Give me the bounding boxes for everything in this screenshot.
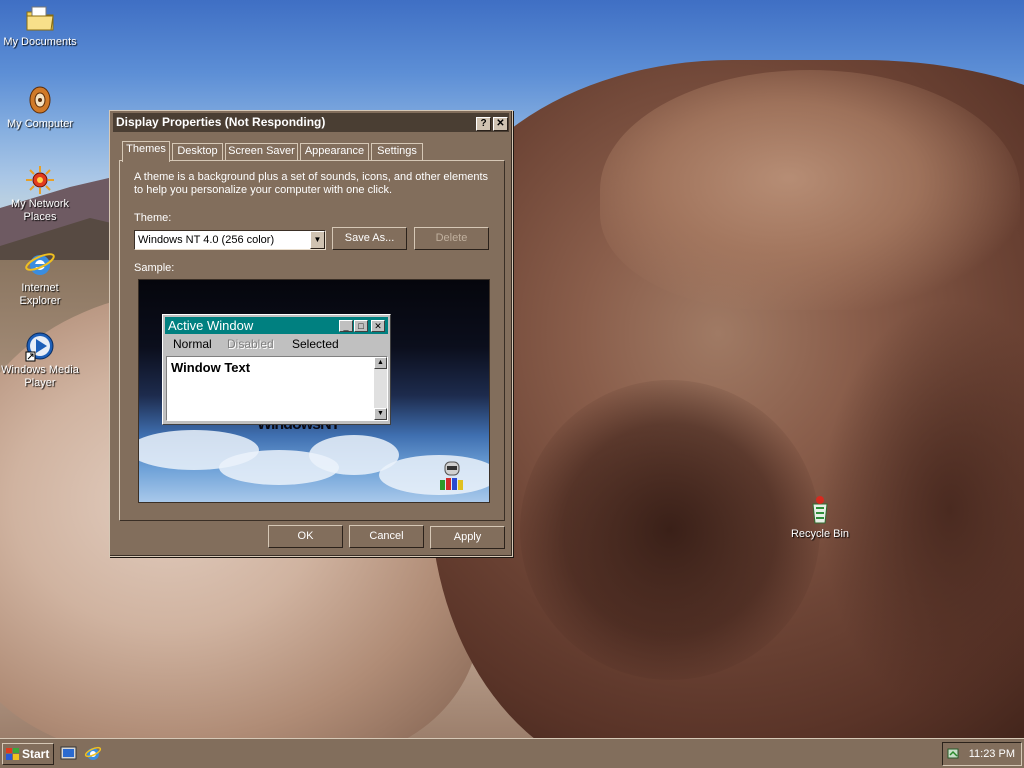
- delete-button[interactable]: Delete: [414, 227, 489, 250]
- show-desktop-icon[interactable]: [60, 744, 78, 762]
- desktop-icon-label: Recycle Bin: [790, 528, 850, 540]
- internet-explorer-quicklaunch-icon[interactable]: [84, 744, 102, 762]
- desktop-icon-label: My Computer: [6, 118, 74, 130]
- tab-desktop[interactable]: Desktop: [172, 143, 223, 160]
- boulder-highlight: [600, 70, 1020, 310]
- recycle-bin-icon: [812, 496, 828, 524]
- theme-dropdown-value: Windows NT 4.0 (256 color): [138, 234, 275, 246]
- tab-screen-saver[interactable]: Screen Saver: [225, 143, 298, 160]
- tab-themes[interactable]: Themes: [122, 141, 170, 162]
- start-label: Start: [22, 747, 50, 761]
- dialog-title: Display Properties (Not Responding): [116, 115, 326, 129]
- theme-logo-icon: [440, 461, 463, 490]
- start-button[interactable]: Start: [2, 743, 54, 765]
- desktop-icon-my-computer[interactable]: My Computer: [0, 84, 80, 131]
- sample-active-window: Active Window _ □ ✕ Normal Disabled Sele…: [162, 314, 391, 425]
- theme-description-line1: A theme is a background plus a set of so…: [134, 171, 489, 183]
- cancel-button[interactable]: Cancel: [349, 525, 424, 548]
- desktop-icon-label: My Documents: [3, 36, 77, 48]
- save-as-button[interactable]: Save As...: [332, 227, 407, 250]
- desktop-icon-recycle-bin[interactable]: Recycle Bin: [780, 494, 860, 541]
- maximize-icon: □: [354, 320, 368, 332]
- tab-appearance[interactable]: Appearance: [300, 143, 369, 160]
- sample-cloud: [379, 455, 489, 495]
- desktop-icon-my-documents[interactable]: My Documents: [0, 2, 80, 49]
- desktop-icon-network-places[interactable]: My Network Places: [0, 164, 80, 224]
- my-computer-icon: [29, 86, 51, 114]
- tray-app-icon[interactable]: [947, 747, 961, 761]
- close-button[interactable]: ✕: [493, 117, 508, 131]
- desktop-icon-label: My Network Places: [10, 198, 70, 223]
- sample-text-area: Window Text ▲ ▼: [166, 356, 388, 421]
- ok-button[interactable]: OK: [268, 525, 343, 548]
- clock[interactable]: 11:23 PM: [969, 748, 1015, 760]
- boulder-shadow: [520, 380, 820, 680]
- network-places-icon: [26, 166, 54, 194]
- theme-dropdown[interactable]: Windows NT 4.0 (256 color) ▼: [134, 230, 326, 250]
- sample-menu-selected: Selected: [292, 337, 339, 351]
- sample-label: Sample:: [134, 262, 175, 274]
- minimize-icon: _: [339, 320, 353, 332]
- windows-flag-icon: [6, 748, 19, 760]
- sample-title: Active Window: [168, 318, 254, 333]
- sample-title-bar: Active Window _ □ ✕: [165, 317, 388, 334]
- theme-description-line2: to help you personalize your computer wi…: [134, 184, 393, 196]
- tab-settings[interactable]: Settings: [371, 143, 423, 160]
- sample-menu-disabled: Disabled: [227, 337, 274, 351]
- system-tray: 11:23 PM: [942, 742, 1022, 766]
- taskbar: Start 11:23 PM: [0, 738, 1024, 768]
- help-button[interactable]: ?: [476, 117, 491, 131]
- sample-window-text: Window Text: [171, 360, 251, 375]
- apply-button[interactable]: Apply: [430, 526, 505, 549]
- media-player-icon: [25, 332, 54, 362]
- sample-menu-normal: Normal: [173, 337, 212, 351]
- desktop-icon-media-player[interactable]: Windows Media Player: [0, 330, 80, 390]
- desktop-icon-label: Internet Explorer: [19, 282, 61, 307]
- sample-scrollbar: ▲ ▼: [374, 357, 387, 420]
- desktop-icon-label: Windows Media Player: [1, 364, 79, 389]
- desktop-icon-internet-explorer[interactable]: Internet Explorer: [0, 248, 80, 308]
- theme-sample-preview: WindowsNT Active Window _ □ ✕ Normal Dis…: [138, 279, 490, 503]
- internet-explorer-icon: [25, 253, 55, 275]
- scroll-down-icon: ▼: [374, 408, 387, 420]
- dialog-title-bar[interactable]: Display Properties (Not Responding) ? ✕: [113, 113, 509, 132]
- my-documents-folder-icon: [26, 6, 54, 31]
- display-properties-dialog: Display Properties (Not Responding) ? ✕ …: [109, 110, 513, 557]
- theme-label: Theme:: [134, 212, 172, 224]
- scroll-up-icon: ▲: [374, 357, 387, 369]
- chevron-down-icon[interactable]: ▼: [310, 231, 325, 249]
- close-icon: ✕: [371, 320, 385, 332]
